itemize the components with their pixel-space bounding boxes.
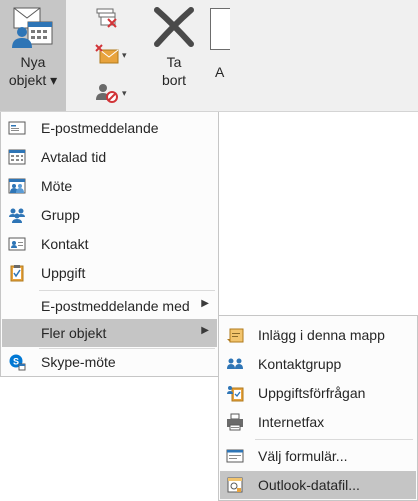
- chevron-down-icon: ▾: [122, 88, 127, 98]
- ignore-button[interactable]: [94, 6, 138, 32]
- menu-item-skype-meeting[interactable]: S Skype-möte: [2, 348, 217, 376]
- chevron-down-icon: ▾: [122, 50, 127, 60]
- delete-button[interactable]: Ta bort: [146, 0, 202, 111]
- submenu-item-post[interactable]: Inlägg i denna mapp: [220, 321, 416, 349]
- more-items-submenu: Inlägg i denna mapp Kontaktgrupp Uppgift…: [218, 315, 418, 501]
- new-items-icon: [10, 6, 56, 50]
- menu-item-label: Fler objekt: [41, 325, 107, 341]
- contact-card-icon: [8, 235, 26, 253]
- menu-separator: [255, 439, 413, 440]
- menu-item-label: Möte: [41, 178, 73, 194]
- post-note-icon: [226, 326, 244, 344]
- submenu-item-task-request[interactable]: Uppgiftsförfrågan: [220, 379, 416, 407]
- archive-label: A: [215, 64, 225, 80]
- submenu-item-label: Inlägg i denna mapp: [258, 327, 385, 343]
- menu-item-label: Kontakt: [41, 236, 89, 252]
- new-items-label-line2: objekt ▾: [8, 72, 58, 88]
- form-icon: [226, 447, 244, 465]
- menu-item-meeting[interactable]: Möte: [2, 172, 217, 200]
- delete-label: Ta: [166, 54, 182, 70]
- svg-text:S: S: [13, 357, 19, 367]
- junk-button[interactable]: ▾: [94, 80, 138, 106]
- email-icon: [8, 119, 26, 137]
- new-items-menu: E-postmeddelande Avtalad tid Möte Grupp …: [0, 112, 219, 377]
- menu-item-label: E-postmeddelande med: [41, 298, 190, 314]
- archive-icon: [210, 8, 230, 50]
- clean-up-button[interactable]: ▾: [94, 42, 138, 68]
- new-items-button[interactable]: Nya objekt ▾: [0, 0, 66, 111]
- task-clipboard-icon: [8, 264, 26, 282]
- menu-item-group[interactable]: Grupp: [2, 201, 217, 229]
- menu-item-label: E-postmeddelande: [41, 120, 159, 136]
- menu-item-email-using[interactable]: E-postmeddelande med ▶: [2, 292, 217, 320]
- menu-item-email[interactable]: E-postmeddelande: [2, 114, 217, 142]
- skype-meeting-icon: S: [8, 353, 26, 371]
- calendar-icon: [8, 148, 26, 166]
- submenu-item-label: Uppgiftsförfrågan: [258, 385, 366, 401]
- menu-item-contact[interactable]: Kontakt: [2, 230, 217, 258]
- archive-button[interactable]: A: [206, 0, 230, 111]
- chevron-right-icon: ▶: [201, 298, 209, 309]
- small-buttons-column: ▾ ▾: [94, 0, 142, 111]
- menu-item-task[interactable]: Uppgift: [2, 259, 217, 287]
- menu-item-label: Grupp: [41, 207, 80, 223]
- menu-item-label: Skype-möte: [41, 354, 116, 370]
- delete-x-icon: [151, 6, 197, 51]
- fax-icon: [226, 413, 244, 431]
- data-file-icon: [226, 476, 244, 494]
- submenu-item-contact-group[interactable]: Kontaktgrupp: [220, 350, 416, 378]
- delete-label-line2: bort: [161, 72, 187, 88]
- contact-group-icon: [226, 355, 244, 373]
- menu-item-label: Uppgift: [41, 265, 86, 281]
- menu-item-more-items[interactable]: Fler objekt ▶: [2, 319, 217, 347]
- submenu-item-label: Välj formulär...: [258, 448, 348, 464]
- new-items-label: Nya: [20, 54, 46, 70]
- chevron-right-icon: ▶: [201, 325, 209, 336]
- menu-separator: [39, 290, 215, 291]
- meeting-icon: [8, 177, 26, 195]
- submenu-item-choose-form[interactable]: Välj formulär...: [220, 442, 416, 470]
- submenu-item-label: Outlook-datafil...: [258, 477, 360, 493]
- submenu-item-internet-fax[interactable]: Internetfax: [220, 408, 416, 436]
- task-request-icon: [226, 384, 244, 402]
- menu-item-label: Avtalad tid: [41, 149, 107, 165]
- submenu-item-label: Internetfax: [258, 414, 325, 430]
- submenu-item-outlook-data-file[interactable]: Outlook-datafil...: [220, 471, 416, 499]
- group-icon: [8, 206, 26, 224]
- submenu-item-label: Kontaktgrupp: [258, 356, 342, 372]
- menu-item-appointment[interactable]: Avtalad tid: [2, 143, 217, 171]
